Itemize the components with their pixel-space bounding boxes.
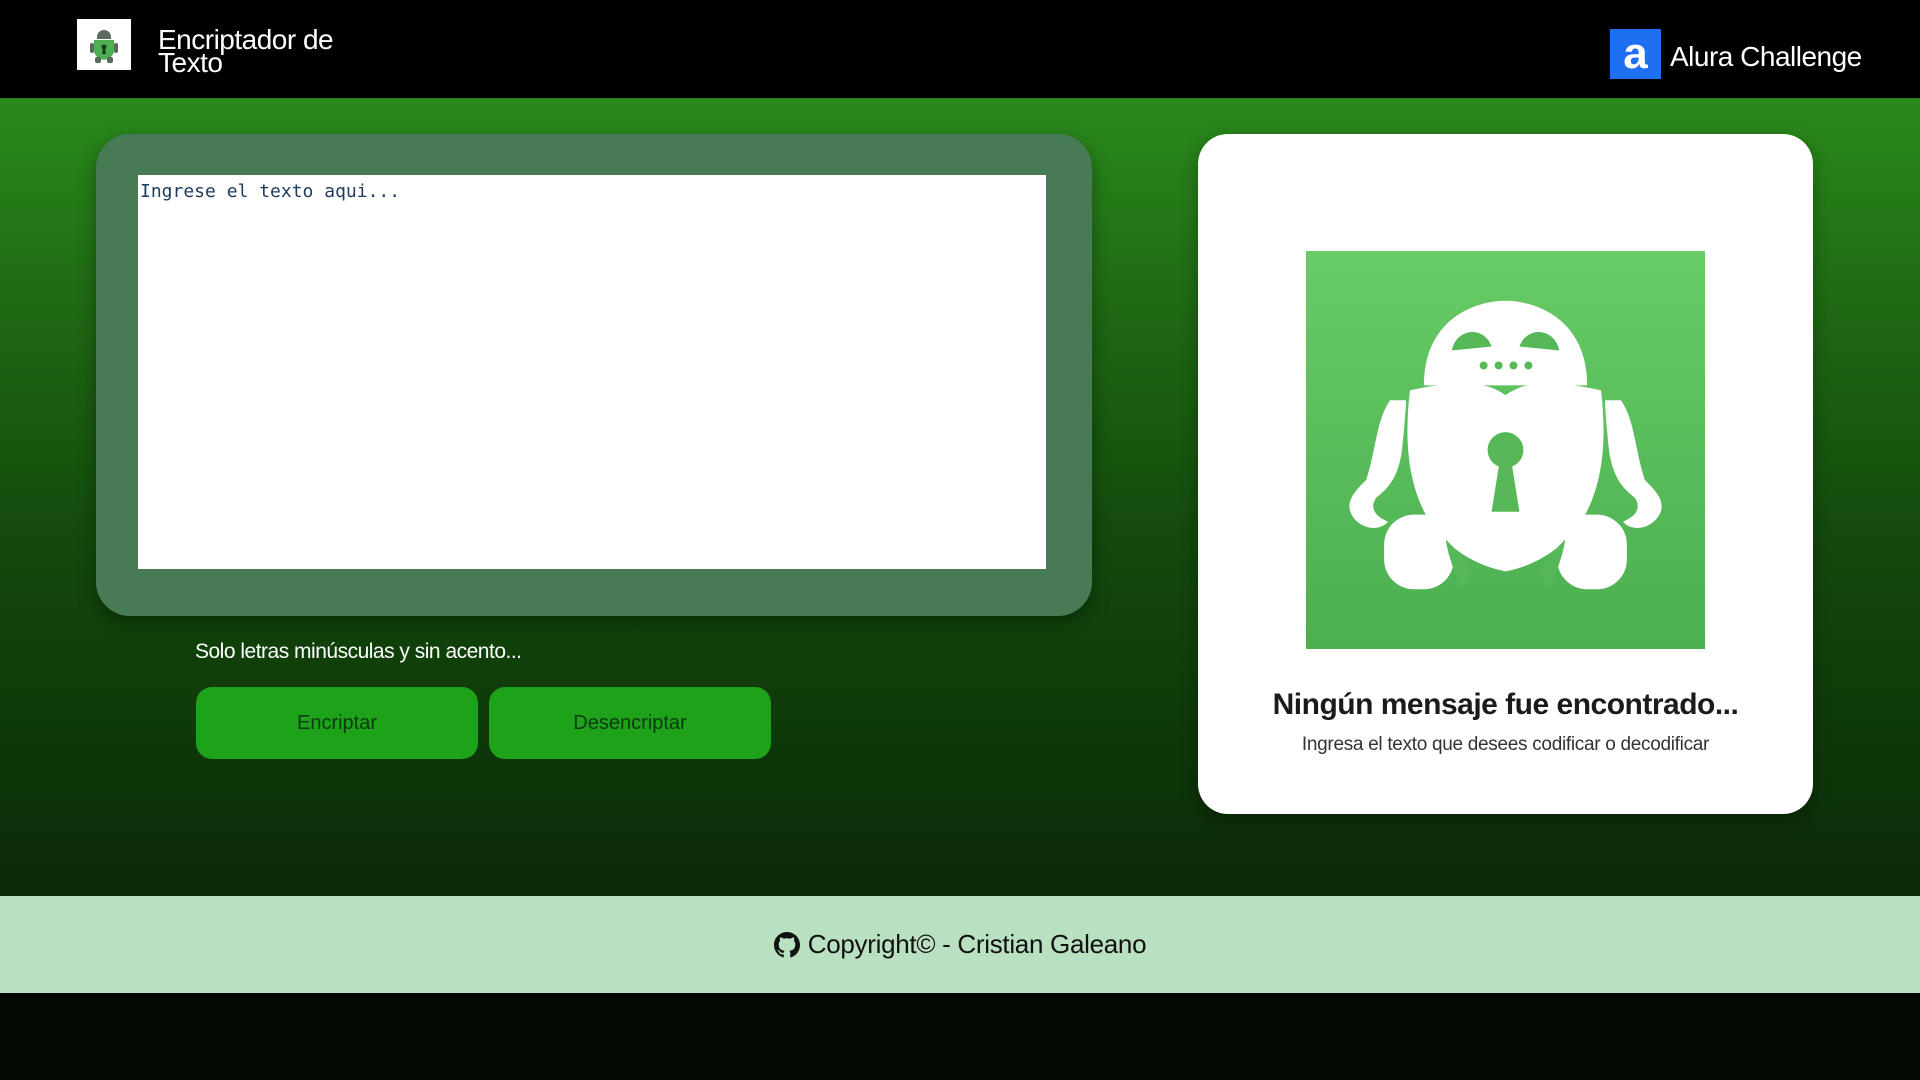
- output-subtitle: Ingresa el texto que desees codificar o …: [1301, 734, 1710, 755]
- encrypt-button[interactable]: Encriptar: [196, 687, 478, 759]
- input-hint: Solo letras minúsculas y sin acento...: [195, 640, 522, 663]
- alura-a-glyph: a: [1623, 29, 1648, 78]
- decrypt-button[interactable]: Desencriptar: [489, 687, 771, 759]
- app-header: Encriptador de Texto a Alura Challenge: [0, 0, 1920, 98]
- github-icon[interactable]: [773, 931, 800, 958]
- brand-label[interactable]: Alura Challenge: [1670, 41, 1862, 73]
- page-footer: Copyright© - Cristian Galeano: [0, 896, 1920, 993]
- copyright-text: Copyright© - Cristian Galeano: [807, 929, 1147, 959]
- text-input[interactable]: [138, 175, 1046, 569]
- app-title: Encriptador de Texto: [158, 24, 334, 78]
- robot-lock-icon: [1349, 300, 1662, 590]
- output-title: Ningún mensaje fue encontrado...: [1272, 688, 1739, 721]
- robot-lock-icon: [82, 22, 126, 67]
- main-content: Solo letras minúsculas y sin acento... E…: [0, 98, 1920, 896]
- app-logo[interactable]: [77, 19, 131, 70]
- alura-a-icon[interactable]: a: [1610, 29, 1661, 79]
- output-card: Ningún mensaje fue encontrado... Ingresa…: [1198, 134, 1813, 814]
- input-panel: [96, 134, 1092, 616]
- robot-illustration: [1306, 251, 1705, 649]
- bottom-band: [0, 993, 1920, 1080]
- footer-content: Copyright© - Cristian Galeano: [0, 896, 1920, 993]
